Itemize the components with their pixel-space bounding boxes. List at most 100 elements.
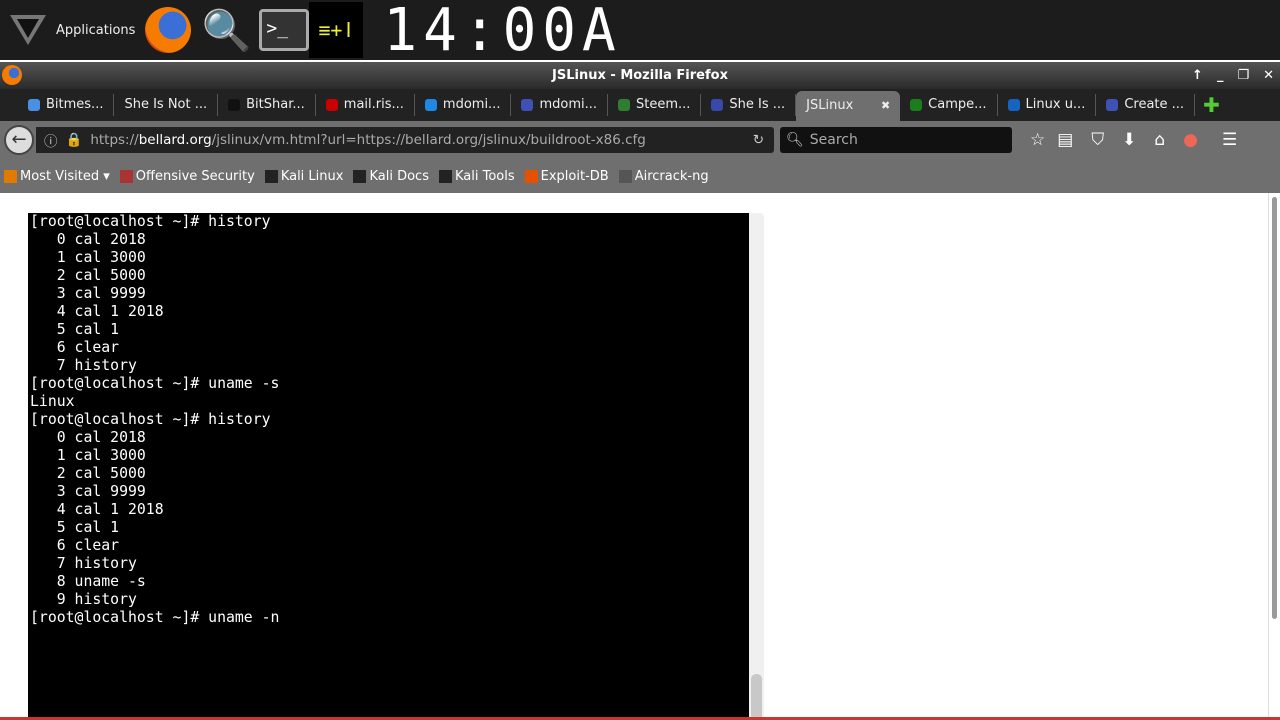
- favicon-icon: [618, 99, 630, 111]
- applications-label: Applications: [56, 22, 136, 38]
- terminal-line: 0 cal 2018: [30, 231, 146, 248]
- terminal-icon: >_: [259, 9, 310, 51]
- duckduckgo-icon[interactable]: ●: [1183, 130, 1198, 150]
- maximize-button[interactable]: ❐: [1237, 62, 1249, 89]
- system-monitor-icon: ≡+ǀ: [309, 2, 364, 58]
- close-tab-icon[interactable]: ✖: [881, 91, 890, 121]
- downloads-icon[interactable]: ⬇: [1122, 130, 1136, 150]
- bookmark-label: Most Visited ▾: [20, 168, 110, 184]
- tab[interactable]: Create ...: [1096, 94, 1196, 116]
- bookmark-item[interactable]: Kali Linux: [264, 168, 344, 184]
- firefox-launcher[interactable]: [143, 5, 193, 55]
- new-tab-button[interactable]: ✚: [1203, 93, 1220, 117]
- back-button[interactable]: ←: [4, 125, 34, 155]
- bookmark-label: Kali Docs: [369, 168, 429, 184]
- keep-above-button[interactable]: ↑: [1192, 62, 1203, 89]
- tab-label: She Is ...: [729, 97, 786, 112]
- terminal-line: Linux: [30, 393, 75, 410]
- bookmark-label: Kali Tools: [454, 168, 515, 184]
- menu-icon[interactable]: ☰: [1222, 130, 1237, 150]
- bookmark-label: Aircrack-ng: [634, 168, 709, 184]
- firefox-icon: [2, 65, 22, 85]
- terminal-line: 2 cal 5000: [30, 267, 146, 284]
- bookmark-label: Exploit-DB: [540, 168, 609, 184]
- pocket-icon[interactable]: ⛉: [1091, 130, 1104, 150]
- favicon-icon: [910, 99, 923, 111]
- favicon-icon: [711, 99, 724, 111]
- bookmark-item[interactable]: Kali Tools: [438, 168, 515, 184]
- tab-label: mail.ris...: [343, 97, 404, 112]
- terminal-screen[interactable]: [root@localhost ~]# history 0 cal 2018 1…: [28, 213, 749, 720]
- close-window-button[interactable]: ✕: [1263, 62, 1274, 89]
- bookmark-star-icon[interactable]: ☆: [1030, 130, 1045, 150]
- url-path: /jslinux/vm.html?url=https://bellard.org…: [211, 132, 646, 148]
- bookmark-item[interactable]: Kali Docs: [353, 169, 429, 184]
- terminal-line: 3 cal 9999: [30, 285, 146, 302]
- tab-label: mdomi...: [442, 97, 501, 112]
- tab-active[interactable]: JSLinux ✖: [796, 91, 901, 121]
- home-icon[interactable]: ⌂: [1154, 130, 1165, 150]
- search-launcher-icon[interactable]: 🔍: [201, 5, 252, 55]
- clock: 14:00A: [383, 0, 622, 65]
- tab[interactable]: Bitmes...: [18, 94, 115, 116]
- url-bar[interactable]: ⓘ 🔒 https://bellard.org/jslinux/vm.html?…: [36, 127, 774, 153]
- tab-bar: Bitmes... She Is Not ... BitShar... mail.ri…: [0, 89, 1280, 121]
- tab[interactable]: Campe...: [900, 94, 998, 116]
- tab[interactable]: mdomi...: [511, 94, 608, 116]
- tab-label: BitShar...: [246, 97, 305, 112]
- terminal-line: [root@localhost ~]# history: [30, 213, 271, 230]
- search-icon: 🔍︎: [786, 132, 804, 148]
- page-scrollbar[interactable]: [1268, 193, 1280, 720]
- reading-list-icon[interactable]: ▤: [1057, 130, 1073, 150]
- favicon-icon: [28, 99, 40, 111]
- terminal-scrollbar[interactable]: [749, 213, 764, 720]
- bookmark-item[interactable]: Most Visited ▾: [4, 169, 110, 184]
- bookmark-label: Kali Linux: [280, 168, 344, 184]
- terminal-line: 1 cal 3000: [30, 249, 146, 266]
- kali-menu-icon: [10, 15, 46, 45]
- window-titlebar: JSLinux - Mozilla Firefox ↑ _ ❐ ✕: [0, 62, 1280, 89]
- tab-label: She Is Not ...: [124, 97, 208, 112]
- tab[interactable]: mdomi...: [415, 94, 512, 116]
- terminal-line: 6 clear: [30, 339, 120, 356]
- tab[interactable]: Steem...: [608, 94, 702, 116]
- favicon-icon: [1106, 99, 1119, 111]
- bookmark-item[interactable]: Aircrack-ng: [618, 168, 709, 184]
- terminal-line: 5 cal 1: [30, 519, 120, 536]
- window-title: JSLinux - Mozilla Firefox: [552, 68, 728, 83]
- minimize-button[interactable]: _: [1217, 62, 1224, 89]
- terminal-launcher[interactable]: >_: [259, 5, 310, 55]
- tab[interactable]: Linux u...: [998, 94, 1097, 116]
- applications-menu[interactable]: Applications: [10, 15, 135, 45]
- reload-icon[interactable]: ↻: [753, 132, 764, 148]
- tab[interactable]: She Is ...: [701, 94, 797, 116]
- tab[interactable]: mail.ris...: [316, 94, 415, 116]
- terminal-line: [root@localhost ~]# history: [30, 411, 271, 428]
- terminal-line: 3 cal 9999: [30, 483, 146, 500]
- firefox-icon: [145, 7, 192, 53]
- terminal-scrollbar-thumb[interactable]: [751, 674, 762, 720]
- lock-icon: 🔒: [65, 132, 83, 148]
- top-panel: Applications 🔍 >_ ≡+ǀ 14:00A: [0, 0, 1280, 64]
- favicon-icon: [521, 99, 534, 111]
- terminal-line: 7 history: [30, 555, 137, 572]
- page-scrollbar-thumb[interactable]: [1272, 197, 1277, 619]
- url-prefix: https://: [90, 132, 139, 148]
- bookmark-item[interactable]: Exploit-DB: [524, 168, 609, 184]
- info-icon[interactable]: ⓘ: [44, 130, 58, 150]
- search-input[interactable]: 🔍︎ Search: [780, 127, 1012, 153]
- bookmark-label: Offensive Security: [135, 168, 255, 184]
- tab[interactable]: She Is Not ...: [114, 94, 219, 116]
- terminal-line: [root@localhost ~]# uname -s: [30, 375, 280, 392]
- navigation-toolbar: ← ⓘ 🔒 https://bellard.org/jslinux/vm.htm…: [0, 121, 1280, 159]
- tab-label: Campe...: [928, 97, 987, 112]
- tab[interactable]: BitShar...: [218, 94, 316, 116]
- terminal-line: 7 history: [30, 357, 137, 374]
- terminal-line: 4 cal 1 2018: [30, 501, 164, 518]
- favicon-icon: [1007, 99, 1020, 111]
- bookmark-item[interactable]: Offensive Security: [119, 168, 255, 184]
- tab-label: Create ...: [1124, 97, 1185, 112]
- bookmark-icon: [438, 169, 452, 183]
- terminal-line: 1 cal 3000: [30, 447, 146, 464]
- terminal-line: 4 cal 1 2018: [30, 303, 164, 320]
